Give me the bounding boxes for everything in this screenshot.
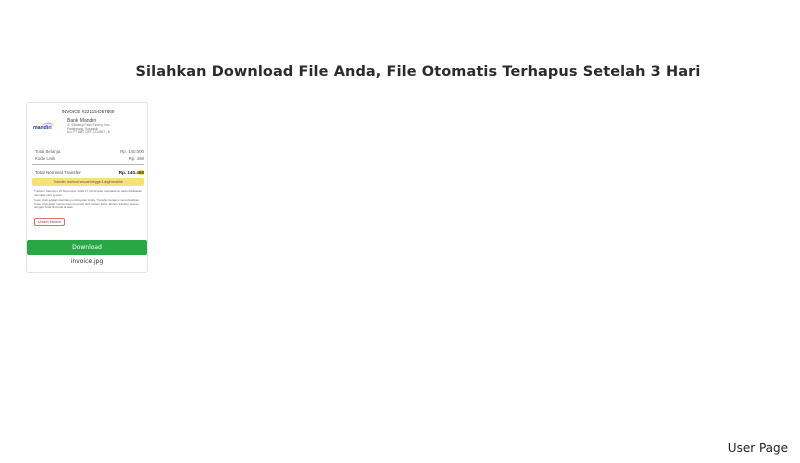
download-button[interactable]: Download — [27, 240, 147, 255]
invoice-total-row: Total Nominal Transfer Rp. 140.498 — [35, 170, 144, 175]
invoice-row-total-belanja: Total Belanja Rp. 140.000 — [35, 149, 144, 154]
file-name: invoice.jpg — [70, 258, 104, 265]
file-card: INVOICE #22115-D57869 mandiri Bank Mandi… — [26, 102, 148, 273]
bank-info-row: mandiri Bank Mandiri Jl. Siliwangi Pasir… — [32, 118, 144, 148]
invoice-preview-image: INVOICE #22115-D57869 mandiri Bank Mandi… — [32, 106, 144, 232]
page-title: Silahkan Download File Anda, File Otomat… — [135, 64, 701, 80]
invoice-download-mini-button: Unduh Invoice — [34, 217, 65, 226]
invoice-row-kode-unik: Kode Unik Rp. 498 — [35, 156, 144, 161]
invoice-notice-banner: Transfer nominal sesuai hingga 3 digit t… — [32, 178, 144, 186]
invoice-divider — [32, 164, 144, 165]
user-page-link[interactable]: User Page — [728, 441, 788, 455]
invoice-title: INVOICE #22115-D57869 — [61, 109, 115, 114]
invoice-deadline-note: Transfer Sebelum 15 November 2022 17:19:… — [34, 189, 143, 197]
bank-details: Bank Mandiri Jl. Siliwangi Pasir Pinang,… — [67, 118, 142, 135]
bank-logo: mandiri — [33, 123, 55, 132]
invoice-unique-code-note: Kode Unik adalah identitas pembayaran An… — [34, 198, 140, 210]
bank-account-number: a.n. PT ABC DEF 1234567 - 8 — [67, 130, 110, 135]
